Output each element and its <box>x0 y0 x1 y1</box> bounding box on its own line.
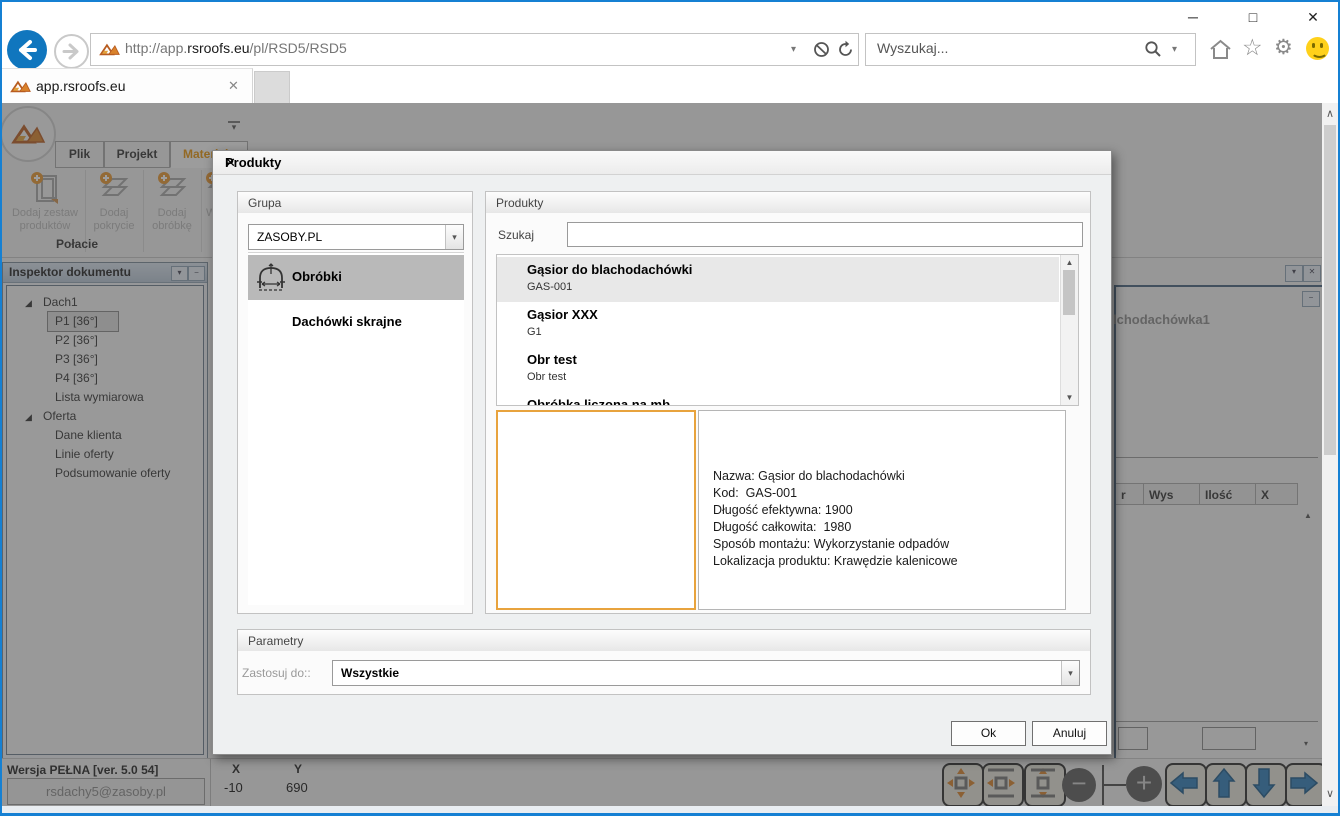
scrollbar-down-icon[interactable]: ∨ <box>1322 787 1338 800</box>
products-panel-header: Produkty <box>485 191 1091 214</box>
product-code: Obr test <box>527 371 566 383</box>
back-arrow-icon <box>7 30 47 70</box>
url-dropdown-icon[interactable]: ▾ <box>791 44 796 55</box>
group-item-obrobki[interactable]: Obróbki <box>248 255 464 300</box>
forward-button[interactable] <box>54 34 89 69</box>
product-item-gasior-blachodachowki[interactable]: Gąsior do blachodachówki GAS-001 <box>497 257 1059 302</box>
favorites-star-icon[interactable]: ☆ <box>1242 34 1263 61</box>
tab-favicon <box>10 79 32 94</box>
product-name: Obróbka liczona na mb <box>527 397 670 406</box>
search-dropdown-icon[interactable]: ▾ <box>1172 44 1177 55</box>
tab-title: app.rsroofs.eu <box>36 78 126 94</box>
forward-arrow-icon <box>56 36 87 67</box>
search-box[interactable]: Wyszukaj... ▾ <box>865 33 1196 66</box>
product-code: GAS-001 <box>527 281 572 293</box>
stop-icon[interactable] <box>813 41 830 58</box>
search-placeholder: Wyszukaj... <box>877 40 948 56</box>
settings-gear-icon[interactable]: ⚙ <box>1274 35 1293 60</box>
product-list-scrollbar[interactable]: ▲ ▼ <box>1060 255 1078 405</box>
group-dropdown[interactable]: ZASOBY.PL ▾ <box>248 224 464 250</box>
group-panel-body: ZASOBY.PL ▾ Obróbki Dachówki skrajne <box>237 213 473 614</box>
product-image-box <box>496 410 696 610</box>
product-code: G1 <box>527 326 542 338</box>
group-panel-header: Grupa <box>237 191 473 214</box>
new-tab-button[interactable] <box>254 71 290 105</box>
address-bar[interactable]: http://app.rsroofs.eu/pl/RSD5/RSD5 ▾ <box>90 33 859 66</box>
search-icon[interactable] <box>1144 40 1162 58</box>
dialog-close-icon[interactable]: ✕ <box>225 155 234 171</box>
product-name: Gąsior do blachodachówki <box>527 262 692 277</box>
detail-line: Sposób montażu: Wykorzystanie odpadów <box>713 537 949 551</box>
apply-to-dropdown[interactable]: Wszystkie ▾ <box>332 660 1080 686</box>
back-button[interactable] <box>7 30 47 70</box>
navigation-bar: http://app.rsroofs.eu/pl/RSD5/RSD5 ▾ Wys… <box>2 30 1338 68</box>
detail-line: Długość efektywna: 1900 <box>713 503 853 517</box>
home-icon[interactable] <box>1208 38 1233 61</box>
apply-to-label: Zastosuj do:: <box>242 666 311 680</box>
tab-bar: app.rsroofs.eu ✕ <box>2 68 1338 103</box>
product-name: Obr test <box>527 352 577 367</box>
product-item-gasior-xxx[interactable]: Gąsior XXX G1 <box>497 302 1059 347</box>
refresh-icon[interactable] <box>836 40 855 59</box>
feedback-smiley-icon[interactable] <box>1306 37 1329 60</box>
page-scrollbar[interactable]: ∧ ∨ <box>1322 103 1338 806</box>
browser-tab[interactable]: app.rsroofs.eu ✕ <box>2 68 253 104</box>
site-favicon <box>99 42 121 57</box>
apply-to-value: Wszystkie <box>341 666 399 680</box>
product-name: Gąsior XXX <box>527 307 598 322</box>
browser-window: ─ □ ✕ http://app.rsroofs.eu/pl/RSD5/RSD5… <box>0 0 1340 816</box>
product-item-obrobka-mb[interactable]: Obróbka liczona na mb <box>497 392 1059 406</box>
product-list: Gąsior do blachodachówki GAS-001 Gąsior … <box>496 254 1079 406</box>
group-item-label: Dachówki skrajne <box>292 314 402 329</box>
scrollbar-thumb[interactable] <box>1324 125 1336 455</box>
products-panel-body: Szukaj Gąsior do blachodachówki GAS-001 … <box>485 213 1091 614</box>
list-scroll-thumb[interactable] <box>1063 270 1075 315</box>
title-bar: ─ □ ✕ <box>2 2 1338 30</box>
group-list: Obróbki Dachówki skrajne <box>248 252 464 605</box>
product-item-obr-test[interactable]: Obr test Obr test <box>497 347 1059 392</box>
scrollbar-up-icon[interactable]: ∧ <box>1322 107 1338 120</box>
detail-line: Długość całkowita: 1980 <box>713 520 851 534</box>
products-dialog: Produkty ✕ Grupa ZASOBY.PL ▾ Ob <box>212 150 1112 755</box>
parameters-header: Parametry <box>237 629 1091 652</box>
group-item-label: Obróbki <box>292 269 342 284</box>
search-label: Szukaj <box>498 228 534 242</box>
tab-close-icon[interactable]: ✕ <box>228 78 239 94</box>
product-search-input[interactable] <box>567 222 1083 247</box>
cancel-button[interactable]: Anuluj <box>1032 721 1107 746</box>
maximize-button[interactable]: □ <box>1230 6 1276 28</box>
dialog-title-bar[interactable]: Produkty ✕ <box>213 151 1111 175</box>
ridge-cap-icon <box>254 262 288 294</box>
group-item-dachowki-skrajne[interactable]: Dachówki skrajne <box>248 300 464 345</box>
detail-line: Kod: GAS-001 <box>713 486 797 500</box>
product-details-box: Nazwa: Gąsior do blachodachówki Kod: GAS… <box>698 410 1066 610</box>
group-dropdown-value: ZASOBY.PL <box>257 230 322 244</box>
detail-line: Nazwa: Gąsior do blachodachówki <box>713 469 905 483</box>
close-button[interactable]: ✕ <box>1290 6 1336 28</box>
ok-button[interactable]: Ok <box>951 721 1026 746</box>
parameters-body: Zastosuj do:: Wszystkie ▾ <box>237 651 1091 695</box>
list-scroll-up-icon[interactable]: ▲ <box>1061 258 1078 267</box>
url-text: http://app.rsroofs.eu/pl/RSD5/RSD5 <box>125 40 347 56</box>
apply-to-dropdown-arrow-icon[interactable]: ▾ <box>1061 661 1079 685</box>
minimize-button[interactable]: ─ <box>1170 6 1216 28</box>
list-scroll-down-icon[interactable]: ▼ <box>1061 393 1078 402</box>
group-dropdown-arrow-icon[interactable]: ▾ <box>445 225 463 249</box>
detail-line: Lokalizacja produktu: Krawędzie kalenico… <box>713 554 958 568</box>
